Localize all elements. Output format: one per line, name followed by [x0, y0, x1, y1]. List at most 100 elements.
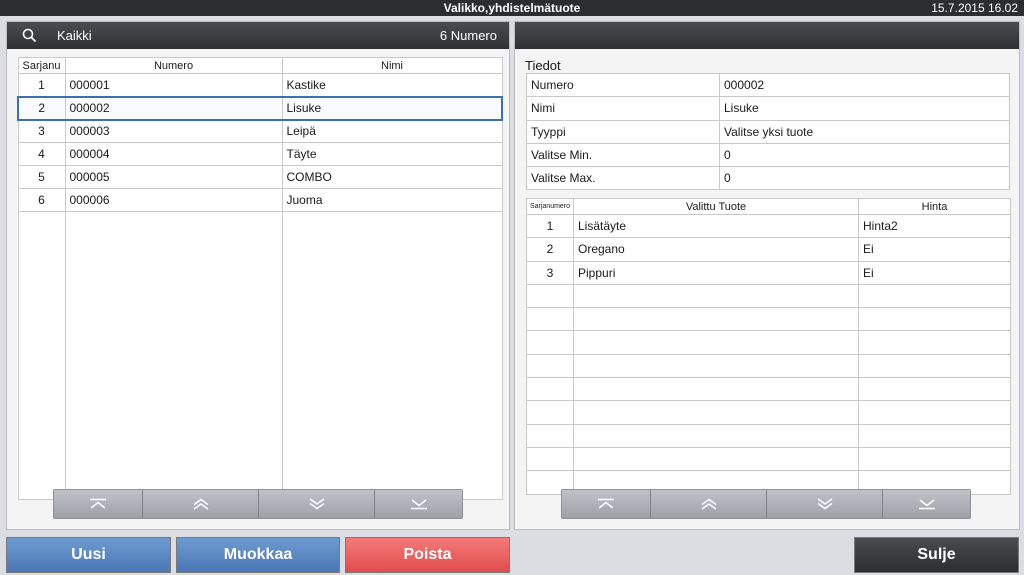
cell-name: Kastike [281, 73, 503, 97]
details-panel: Tiedot Numero 000002 Nimi Lisuke Tyyppi … [514, 21, 1020, 530]
detail-key: Valitse Max. [526, 166, 720, 191]
cell-price: Ei [858, 260, 1011, 285]
cell-name: Juoma [281, 188, 503, 212]
empty-cell [858, 307, 1011, 332]
table-row[interactable]: 3 Pippuri Ei [526, 260, 1011, 285]
cell-product: Lisätäyte [573, 213, 859, 239]
cell-name: COMBO [281, 165, 503, 189]
list-header: Kaikki 6 Numero [7, 22, 509, 49]
cell-seq: 1 [17, 73, 66, 97]
first-page-icon [90, 498, 106, 509]
empty-row [526, 446, 1011, 472]
empty-cell [526, 307, 574, 332]
table-row[interactable]: 3 000003 Leipä [17, 119, 503, 143]
cell-name: Leipä [281, 119, 503, 143]
details-table: Numero 000002 Nimi Lisuke Tyyppi Valitse… [526, 72, 1010, 191]
column-header-price: Hinta [858, 198, 1011, 215]
empty-cell [17, 211, 66, 500]
column-header-product: Valittu Tuote [573, 198, 859, 215]
empty-cell [573, 307, 859, 332]
scroll-top-button[interactable] [54, 490, 142, 518]
scroll-bottom-button[interactable] [882, 490, 970, 518]
column-header-seq: Sarjanumero [526, 198, 574, 215]
empty-cell [573, 400, 859, 425]
result-count: 6 Numero [440, 28, 497, 43]
table-row[interactable]: 1 000001 Kastike [17, 73, 503, 97]
cell-seq: 1 [526, 213, 574, 239]
edit-button[interactable]: Muokkaa [176, 537, 340, 573]
double-chevron-up-icon [193, 498, 208, 510]
page-down-button[interactable] [766, 490, 882, 518]
products-table: Sarjanu Numero Nimi 1 000001 Kastike 2 0… [17, 57, 503, 500]
cell-seq: 6 [17, 188, 66, 212]
empty-cell [64, 211, 283, 500]
cell-seq: 2 [526, 237, 574, 262]
cell-number: 000002 [64, 95, 283, 121]
page-up-button[interactable] [142, 490, 258, 518]
double-chevron-up-icon [701, 498, 716, 510]
items-nav-buttons [561, 489, 971, 519]
page-down-button[interactable] [258, 490, 374, 518]
cell-seq: 4 [17, 142, 66, 166]
table-row[interactable]: 4 000004 Täyte [17, 142, 503, 166]
cell-product: Oregano [573, 237, 859, 262]
column-header-seq[interactable]: Sarjanu [17, 57, 66, 74]
empty-cell [573, 423, 859, 448]
detail-value: 000002 [719, 72, 1010, 98]
cell-seq: 3 [17, 119, 66, 143]
empty-cell [573, 330, 859, 355]
empty-row [526, 353, 1011, 379]
new-button[interactable]: Uusi [6, 537, 171, 573]
first-page-icon [598, 498, 614, 509]
table-row[interactable]: 5 000005 COMBO [17, 165, 503, 189]
table-row[interactable]: 6 000006 Juoma [17, 188, 503, 212]
title-bar: Valikko,yhdistelmätuote 15.7.2015 16.02 [0, 0, 1024, 16]
scroll-bottom-button[interactable] [374, 490, 462, 518]
empty-row [526, 330, 1011, 355]
table-row-selected[interactable]: 2 000002 Lisuke [17, 95, 503, 121]
table-row[interactable]: 2 Oregano Ei [526, 237, 1011, 262]
cell-number: 000004 [64, 142, 283, 166]
table-header-row: Sarjanu Numero Nimi [17, 57, 503, 74]
cell-number: 000003 [64, 119, 283, 143]
empty-cell [573, 353, 859, 379]
delete-button[interactable]: Poista [345, 537, 510, 573]
detail-key: Valitse Min. [526, 142, 720, 168]
cell-name: Täyte [281, 142, 503, 166]
last-page-icon [410, 499, 427, 510]
empty-cell [526, 400, 574, 425]
empty-row [17, 211, 503, 500]
empty-row [526, 283, 1011, 309]
table-row[interactable]: 1 Lisätäyte Hinta2 [526, 213, 1011, 239]
filter-label[interactable]: Kaikki [57, 28, 92, 43]
detail-key: Numero [526, 72, 720, 98]
column-header-number[interactable]: Numero [64, 57, 283, 74]
table-header-row: Sarjanumero Valittu Tuote Hinta [526, 198, 1011, 215]
product-list-panel: Kaikki 6 Numero Sarjanu Numero Nimi 1 00… [6, 21, 510, 530]
cell-seq: 5 [17, 165, 66, 189]
sort-label[interactable]: Numero [451, 28, 497, 43]
empty-row [526, 400, 1011, 425]
selected-products-table: Sarjanumero Valittu Tuote Hinta 1 Lisätä… [526, 198, 1011, 495]
cell-price: Ei [858, 237, 1011, 262]
detail-row: Valitse Max. 0 [526, 166, 1010, 191]
details-header [515, 22, 1019, 49]
column-header-name[interactable]: Nimi [281, 57, 503, 74]
detail-key: Nimi [526, 96, 720, 121]
count-value: 6 [439, 28, 448, 43]
double-chevron-down-icon [817, 498, 832, 510]
empty-cell [526, 330, 574, 355]
empty-cell [281, 211, 503, 500]
empty-cell [526, 423, 574, 448]
detail-value: 0 [719, 166, 1010, 191]
cell-price: Hinta2 [858, 213, 1011, 239]
close-button[interactable]: Sulje [854, 537, 1019, 573]
detail-value: 0 [719, 142, 1010, 168]
search-icon[interactable] [21, 27, 39, 45]
scroll-top-button[interactable] [562, 490, 650, 518]
detail-row: Valitse Min. 0 [526, 142, 1010, 168]
page-up-button[interactable] [650, 490, 766, 518]
detail-value: Valitse yksi tuote [719, 119, 1010, 144]
cell-seq: 2 [17, 95, 66, 121]
detail-row: Nimi Lisuke [526, 96, 1010, 121]
